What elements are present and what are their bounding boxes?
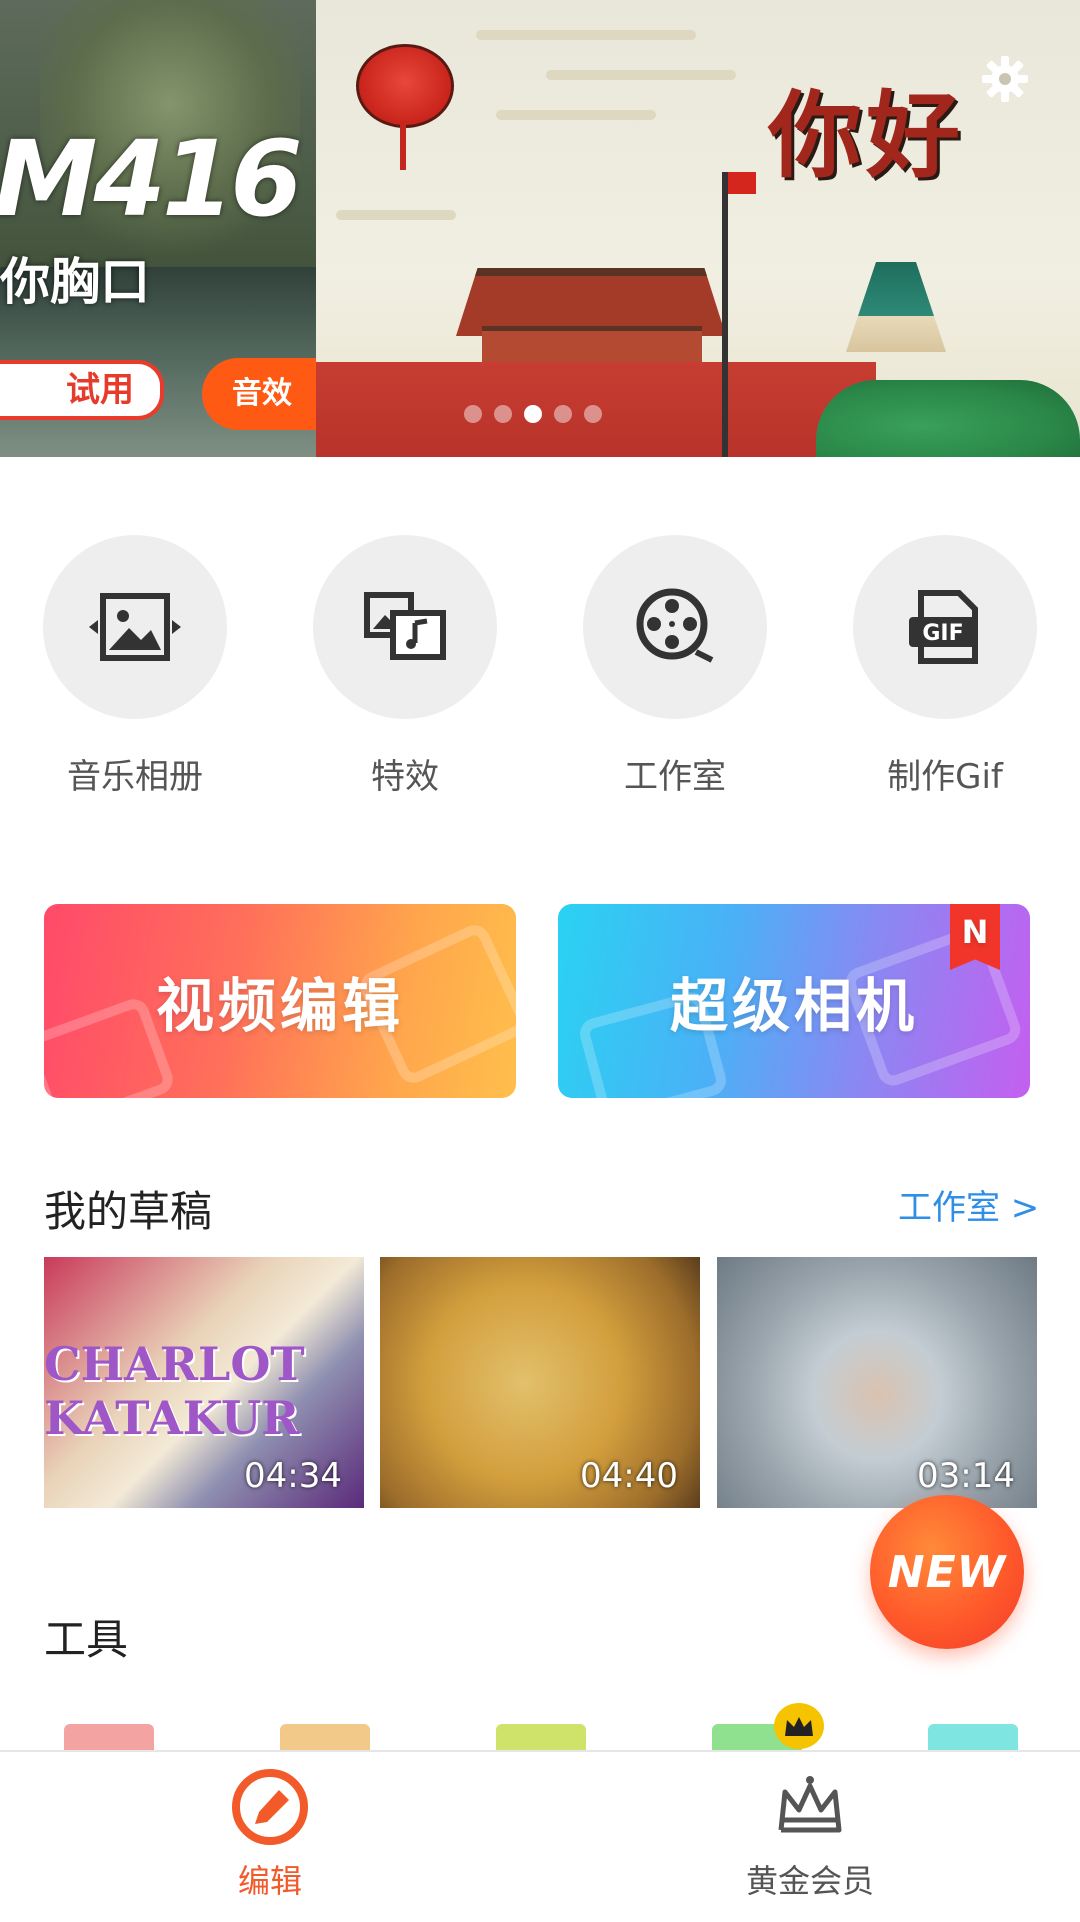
banner-m416-subtitle: 你胸口 [0,253,150,311]
quick-action-studio[interactable]: 工作室 [540,535,810,798]
banner-sound-effect-pill[interactable]: 音效 [202,358,322,430]
carousel-dot[interactable] [494,405,512,423]
tools-title: 工具 [44,1615,129,1664]
banner-slide-m416[interactable]: M416 你胸口 试用 音效 [0,0,322,457]
lantern-tassel-graphic [400,122,406,170]
draft-duration: 04:40 [580,1456,678,1496]
draft-duration: 04:34 [244,1456,342,1496]
bottom-navigation: 编辑 黄金会员 [0,1750,1080,1922]
draft-thumbnail[interactable]: CHARLOT KATAKUR 04:34 [44,1257,364,1508]
quick-action-label: 音乐相册 [67,757,203,797]
temple-graphic [846,262,946,352]
banner-hello-headline: 你好 [768,81,965,191]
image-arrows-icon [89,593,181,661]
draft-thumbnail[interactable]: 04:40 [380,1257,700,1508]
gif-file-icon: GIF [909,590,978,664]
flag-graphic [728,172,756,194]
new-fab-button[interactable]: NEW [870,1495,1024,1649]
svg-text:GIF: GIF [922,621,963,646]
banner-carousel[interactable]: M416 你胸口 试用 音效 你好 [0,0,1080,457]
crown-icon [778,1776,842,1833]
quick-action-circle[interactable]: GIF [853,535,1037,719]
quick-action-make-gif[interactable]: GIF 制作Gif [810,535,1080,798]
super-camera-button[interactable]: 超级相机 N [558,904,1030,1098]
studio-link[interactable]: 工作室 > [898,1180,1039,1229]
cloud-decoration [336,210,456,220]
film-reel-icon [636,588,714,663]
quick-action-label: 工作室 [624,757,726,797]
super-camera-label: 超级相机 [669,972,918,1040]
quick-actions-row: 音乐相册 特效 工作室 GIF 制作Gif [0,535,1080,798]
nav-item-edit[interactable]: 编辑 [120,1766,420,1902]
quick-action-label: 特效 [371,757,439,797]
gear-icon[interactable] [982,56,1028,102]
quick-action-circle[interactable] [583,535,767,719]
quick-action-circle[interactable] [313,535,497,719]
greenery-graphic [816,380,1080,457]
cloud-decoration [546,70,736,80]
draft-thumbnail[interactable]: 03:14 [717,1257,1037,1508]
video-edit-button[interactable]: 视频编辑 [44,904,516,1098]
video-edit-label: 视频编辑 [155,972,404,1040]
crown-icon [774,1703,824,1749]
lantern-graphic [356,44,454,128]
quick-action-circle[interactable] [43,535,227,719]
nav-item-gold-member[interactable]: 黄金会员 [660,1766,960,1902]
nav-item-label: 黄金会员 [745,1862,874,1900]
quick-action-music-album[interactable]: 音乐相册 [0,535,270,798]
cloud-decoration [476,30,696,40]
quick-action-label: 制作Gif [887,757,1003,797]
drafts-title: 我的草稿 [44,1187,213,1236]
banner-slide-hello[interactable]: 你好 [316,0,1080,457]
cloud-decoration [496,110,656,120]
pencil-circle-icon [232,1769,308,1845]
carousel-page-indicator [464,405,602,423]
photo-music-icon [364,592,446,660]
thumbnail-overlay-text: CHARLOT KATAKUR [44,1337,305,1445]
carousel-dot-active[interactable] [524,405,542,423]
carousel-dot[interactable] [554,405,572,423]
carousel-dot[interactable] [464,405,482,423]
carousel-dot[interactable] [584,405,602,423]
flagpole-graphic [722,172,728,457]
gate-roof-lower-graphic [482,326,702,367]
draft-duration: 03:14 [917,1456,1015,1496]
banner-m416-title: M416 [0,118,303,240]
quick-action-effects[interactable]: 特效 [270,535,540,798]
nav-item-label: 编辑 [237,1862,302,1900]
banner-try-pill[interactable]: 试用 [0,360,164,420]
